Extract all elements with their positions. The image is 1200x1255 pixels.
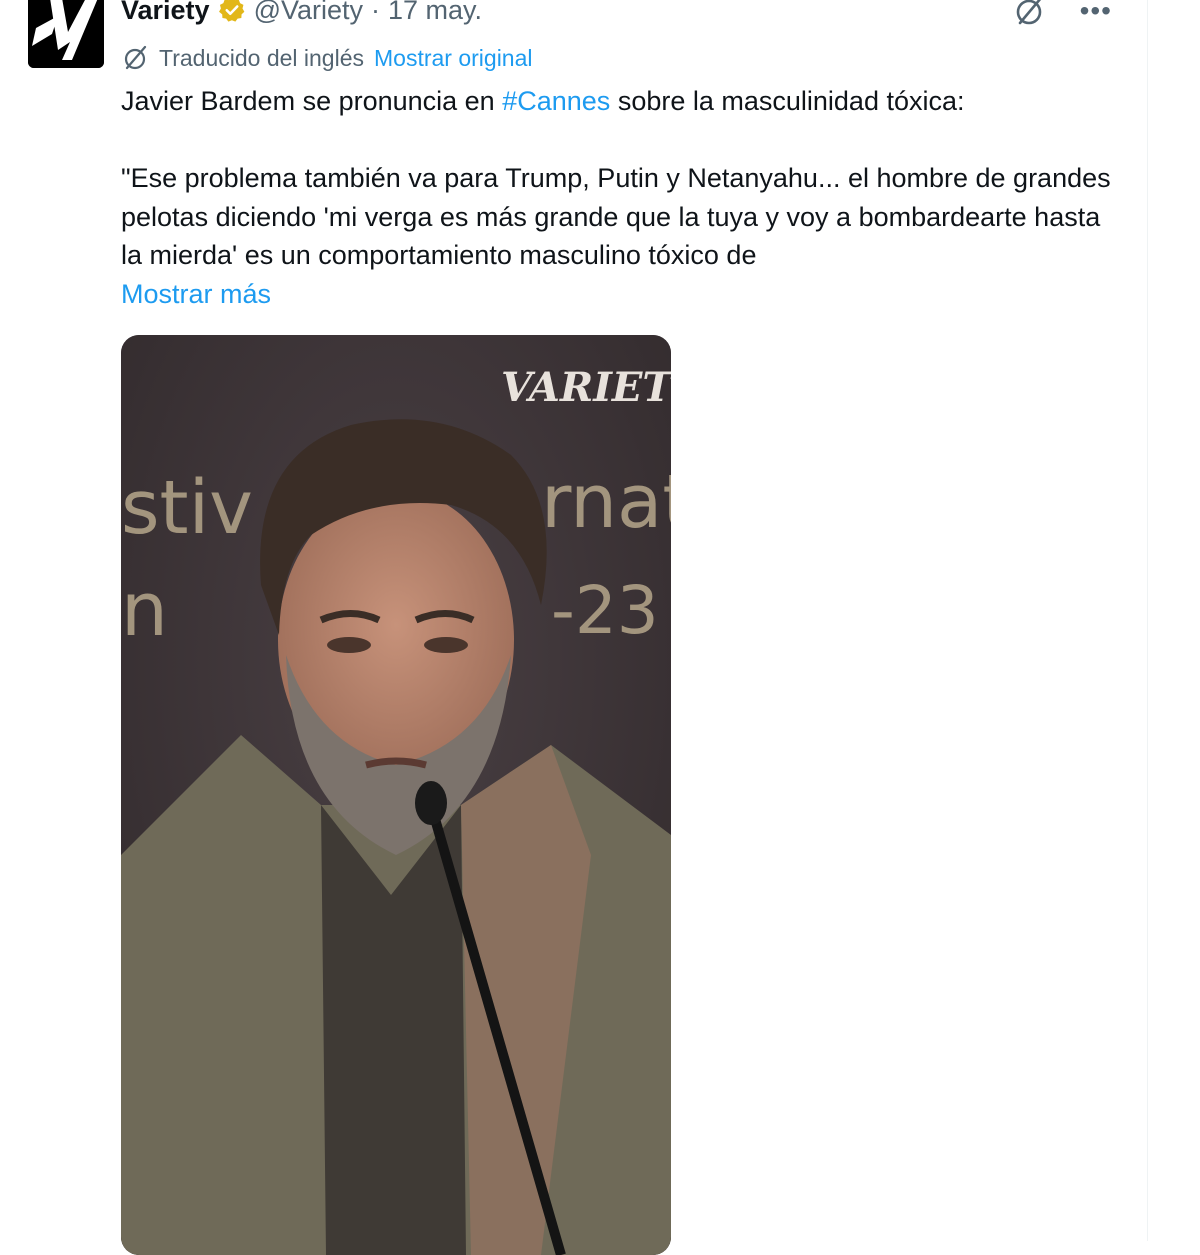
translation-row: Traducido del inglés Mostrar original — [121, 42, 533, 74]
backdrop-text: -23 — [551, 572, 659, 649]
verified-badge-icon — [218, 0, 244, 22]
backdrop-text: rnat — [541, 459, 671, 545]
tweet-line-intro: Javier Bardem se pronuncia en #Cannes so… — [121, 82, 1111, 121]
tweet-header: Variety @Variety · 17 may. — [121, 0, 482, 28]
show-more-link[interactable]: Mostrar más — [121, 279, 271, 309]
tweet-date[interactable]: 17 may. — [388, 0, 482, 26]
author-avatar[interactable] — [28, 0, 104, 68]
video-frame: stiv rnat n -23 VARIETY — [121, 335, 671, 1255]
author-name[interactable]: Variety — [121, 0, 210, 26]
more-icon[interactable]: ••• — [1080, 0, 1112, 25]
variety-watermark: VARIETY — [501, 364, 671, 411]
timeline-divider — [1147, 0, 1148, 1241]
tweet-text: Javier Bardem se pronuncia en #Cannes so… — [121, 82, 1111, 313]
tweet-quote: "Ese problema también va para Trump, Put… — [121, 163, 1111, 270]
text-after-hashtag: sobre la masculinidad tóxica: — [610, 86, 965, 116]
author-handle[interactable]: @Variety — [254, 0, 363, 26]
backdrop-text: stiv — [121, 465, 253, 551]
text-before-hashtag: Javier Bardem se pronuncia en — [121, 86, 503, 116]
grok-icon[interactable] — [1012, 0, 1046, 28]
show-original-link[interactable]: Mostrar original — [374, 45, 533, 72]
hashtag-link[interactable]: #Cannes — [502, 86, 610, 116]
variety-logo-icon — [28, 0, 104, 68]
backdrop-text: n — [121, 567, 168, 653]
translate-icon — [124, 45, 147, 70]
separator-dot: · — [371, 0, 381, 25]
tweet-video[interactable]: stiv rnat n -23 VARIETY — [121, 335, 671, 1255]
translation-note: Traducido del inglés — [159, 44, 364, 71]
tweet-top-actions: ••• — [1012, 0, 1112, 28]
